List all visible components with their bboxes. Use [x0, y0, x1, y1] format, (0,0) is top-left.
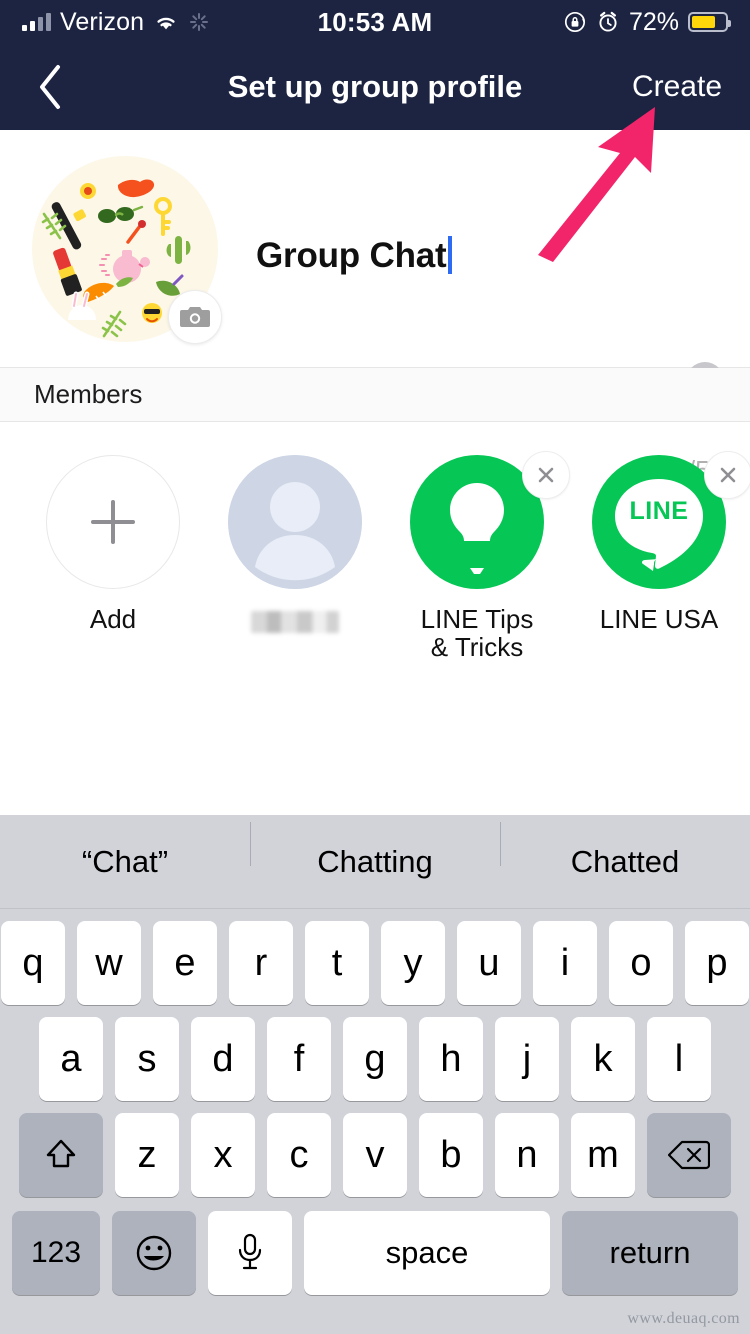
- key-p[interactable]: p: [685, 921, 749, 1005]
- battery-percent-label: 72%: [629, 8, 679, 37]
- key-m[interactable]: m: [571, 1113, 635, 1197]
- return-key[interactable]: return: [562, 1211, 738, 1295]
- key-x[interactable]: x: [191, 1113, 255, 1197]
- key-g[interactable]: g: [343, 1017, 407, 1101]
- key-q[interactable]: q: [1, 921, 65, 1005]
- key-d[interactable]: d: [191, 1017, 255, 1101]
- close-icon: [717, 464, 739, 486]
- person-icon: [228, 455, 362, 589]
- back-button[interactable]: [0, 44, 100, 130]
- member-add[interactable]: Add: [22, 455, 204, 663]
- key-v[interactable]: v: [343, 1113, 407, 1197]
- create-button[interactable]: Create: [632, 70, 722, 104]
- emoji-key[interactable]: [112, 1211, 196, 1295]
- keyboard-row-3: z x c v b n m: [0, 1113, 750, 1197]
- suggestion-bar: “Chat” Chatting Chatted: [0, 815, 750, 909]
- status-bar-left: Verizon: [22, 8, 563, 37]
- change-photo-button[interactable]: [168, 290, 222, 344]
- key-i[interactable]: i: [533, 921, 597, 1005]
- key-o[interactable]: o: [609, 921, 673, 1005]
- group-name-input[interactable]: Group Chat: [256, 236, 452, 276]
- remove-member-button[interactable]: [704, 451, 750, 499]
- watermark: www.deuaq.com: [627, 1310, 740, 1328]
- key-b[interactable]: b: [419, 1113, 483, 1197]
- blurred-member-name: [251, 611, 339, 633]
- member-label: Add: [90, 605, 136, 633]
- text-caret: [448, 236, 452, 274]
- plus-icon: [85, 494, 141, 550]
- remove-member-button[interactable]: [522, 451, 570, 499]
- sync-icon: [188, 11, 210, 33]
- member-line-tips[interactable]: LINE Tips & Tricks: [386, 455, 568, 663]
- key-l[interactable]: l: [647, 1017, 711, 1101]
- default-avatar: [228, 455, 362, 589]
- camera-icon: [180, 304, 210, 330]
- carrier-label: Verizon: [60, 8, 144, 37]
- members-title: Members: [34, 379, 142, 410]
- close-icon: [535, 464, 557, 486]
- keyboard: “Chat” Chatting Chatted q w e r t y u i …: [0, 815, 750, 1334]
- member-line-usa[interactable]: LINE LINE USA: [568, 455, 750, 663]
- navigation-bar: Set up group profile Create: [0, 44, 750, 130]
- emoji-icon: [132, 1231, 176, 1275]
- shift-icon: [42, 1136, 80, 1174]
- group-avatar-wrapper[interactable]: [32, 156, 218, 342]
- signal-icon: [22, 13, 51, 31]
- key-u[interactable]: u: [457, 921, 521, 1005]
- member-self[interactable]: [204, 455, 386, 663]
- group-profile-section: Group Chat 10/50: [0, 130, 750, 368]
- status-bar: Verizon 10:53 AM: [0, 0, 750, 44]
- backspace-key[interactable]: [647, 1113, 731, 1197]
- suggestion-2[interactable]: Chatted: [500, 844, 750, 880]
- suggestion-1[interactable]: Chatting: [250, 844, 500, 880]
- shift-key[interactable]: [19, 1113, 103, 1197]
- member-label: LINE USA: [600, 605, 719, 633]
- key-k[interactable]: k: [571, 1017, 635, 1101]
- battery-icon: [688, 12, 728, 32]
- suggestion-0[interactable]: “Chat”: [0, 844, 250, 880]
- keyboard-row-1: q w e r t y u i o p: [0, 921, 750, 1005]
- members-section-header: Members: [0, 368, 750, 422]
- key-z[interactable]: z: [115, 1113, 179, 1197]
- screen: Verizon 10:53 AM: [0, 0, 750, 1334]
- key-w[interactable]: w: [77, 921, 141, 1005]
- rotation-lock-icon: [563, 10, 587, 34]
- keyboard-row-4: 123 space return: [0, 1211, 750, 1295]
- dictation-key[interactable]: [208, 1211, 292, 1295]
- key-h[interactable]: h: [419, 1017, 483, 1101]
- add-member-circle[interactable]: [46, 455, 180, 589]
- key-j[interactable]: j: [495, 1017, 559, 1101]
- svg-text:LINE: LINE: [630, 497, 689, 525]
- members-list: Add LINE Tips & Tr: [0, 423, 750, 663]
- microphone-icon: [237, 1233, 263, 1273]
- key-e[interactable]: e: [153, 921, 217, 1005]
- space-key[interactable]: space: [304, 1211, 550, 1295]
- chevron-left-icon: [35, 62, 65, 112]
- wifi-icon: [153, 12, 179, 32]
- key-t[interactable]: t: [305, 921, 369, 1005]
- key-y[interactable]: y: [381, 921, 445, 1005]
- member-label-line2: & Tricks: [421, 633, 534, 661]
- group-name-value: Group Chat: [256, 236, 446, 275]
- alarm-icon: [596, 10, 620, 34]
- backspace-icon: [668, 1139, 710, 1171]
- member-label-line1: LINE Tips: [421, 605, 534, 633]
- key-s[interactable]: s: [115, 1017, 179, 1101]
- status-bar-right: 72%: [563, 8, 728, 37]
- member-label: LINE Tips & Tricks: [421, 605, 534, 661]
- key-n[interactable]: n: [495, 1113, 559, 1197]
- key-f[interactable]: f: [267, 1017, 331, 1101]
- key-c[interactable]: c: [267, 1113, 331, 1197]
- keyboard-row-2: a s d f g h j k l: [0, 1017, 750, 1101]
- key-r[interactable]: r: [229, 921, 293, 1005]
- key-a[interactable]: a: [39, 1017, 103, 1101]
- numbers-key[interactable]: 123: [12, 1211, 100, 1295]
